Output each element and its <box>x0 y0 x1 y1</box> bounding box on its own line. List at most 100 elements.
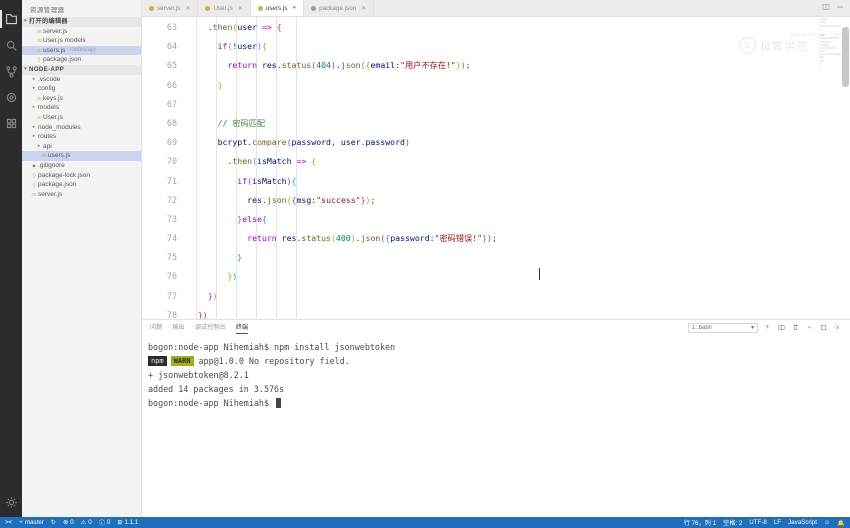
maximize-panel-icon[interactable] <box>819 323 828 332</box>
editor-tab-2[interactable]: users.js ● <box>250 0 305 16</box>
tree-item[interactable]: ▸ .vscode <box>22 75 141 85</box>
folder-icon: ▸ <box>32 104 36 111</box>
editor-tab-3[interactable]: package.json ✕ <box>304 0 375 16</box>
status-ports[interactable]: ⊞ 1.1.1 <box>117 519 138 526</box>
status-cursor-position[interactable]: 行 76，列 1 <box>684 518 716 527</box>
status-branch[interactable]: ⑂ master <box>19 519 44 526</box>
code-line: 68 // 密码匹配 <box>142 114 850 133</box>
chevron-up-icon[interactable] <box>805 323 814 332</box>
kill-terminal-icon[interactable] <box>791 323 800 332</box>
editor-tab-1[interactable]: User.js ✕ <box>198 0 251 16</box>
status-info[interactable]: ⓘ 0 <box>99 518 111 527</box>
editor-scrollbar[interactable] <box>842 17 849 319</box>
activity-explorer-icon[interactable] <box>0 6 22 32</box>
terminal-selector[interactable]: 1: bash ▾ <box>688 322 758 333</box>
folder-icon: ▸ <box>32 123 36 130</box>
tree-item[interactable]: {} package.json <box>22 180 141 190</box>
minimap-line <box>819 43 829 46</box>
status-bar-left[interactable]: >< ⑂ master ↻ ⊗ 0 ⚠ 0 ⓘ 0 ⊞ 1.1.1 <box>5 518 138 527</box>
file-tree[interactable]: ▾ 打开的编辑器 JS server.js JS User.js models JS user… <box>22 17 141 199</box>
status-feedback[interactable]: ☺ <box>824 519 830 526</box>
code-token: ) <box>212 290 218 301</box>
code-token: json <box>340 60 361 71</box>
close-tab-icon[interactable]: ✕ <box>185 5 190 12</box>
status-errors[interactable]: ⊗ 0 <box>63 519 74 526</box>
code-line: 78 }) <box>142 306 850 319</box>
code-text: return res.status(400).json({password:"密… <box>188 229 497 248</box>
code-token: status <box>301 233 331 244</box>
more-actions-icon[interactable] <box>836 3 844 13</box>
status-notifications[interactable]: 🔔 <box>837 519 845 527</box>
editor-tab-0[interactable]: server.js ✕ <box>142 0 199 16</box>
line-number: 68 <box>166 117 177 128</box>
status-sync[interactable]: ↻ <box>51 519 56 526</box>
minimap-line <box>819 56 824 59</box>
window-body: 资源管理器 ▾ 打开的编辑器 JS server.js JS User.js models… <box>0 0 850 517</box>
tree-item[interactable]: JS server.js <box>22 27 141 37</box>
tree-item[interactable]: {} package-lock.json <box>22 171 141 181</box>
split-terminal-icon[interactable] <box>777 323 786 332</box>
tree-item[interactable]: ▸ models <box>22 103 141 113</box>
tree-item[interactable]: ▸ api <box>22 142 141 152</box>
panel-tab-2[interactable]: 调试控制台 <box>195 322 226 333</box>
tree-item[interactable]: JS server.js <box>22 190 141 200</box>
tree-item[interactable]: JS User.js models <box>22 36 141 46</box>
tree-item[interactable]: JS users.js <box>22 151 141 161</box>
terminal-output[interactable]: bogon:node-app Nihemiah$ npm install jso… <box>142 335 850 517</box>
activity-gear-icon[interactable] <box>0 491 22 517</box>
tree-item[interactable]: ▸ routes <box>22 132 141 142</box>
tree-item[interactable]: ▸ config <box>22 84 141 94</box>
line-number: 75 <box>166 252 177 263</box>
activity-source-control-icon[interactable] <box>0 58 22 84</box>
status-bar-right[interactable]: 行 76，列 1 空格: 2 UTF-8 LF JavaScript ☺ 🔔 <box>684 518 845 527</box>
status-indentation[interactable]: 空格: 2 <box>723 518 742 527</box>
tree-item[interactable]: ◆ .gitignore <box>22 161 141 171</box>
tree-item[interactable]: JS users.js routes/api <box>22 45 141 56</box>
tree-item[interactable]: JS keys.js <box>22 94 141 104</box>
new-terminal-icon[interactable]: + <box>763 323 772 332</box>
code-text: }) <box>188 287 218 306</box>
activity-debug-icon[interactable] <box>0 84 22 110</box>
code-token: // 密码匹配 <box>217 117 266 128</box>
terminal-text: + jsonwebtoken@8.2.1 <box>148 370 249 380</box>
code-token: user <box>237 22 258 32</box>
close-tab-icon[interactable]: ✕ <box>238 5 243 12</box>
activity-extensions-icon[interactable] <box>0 110 22 136</box>
status-language-mode[interactable]: JavaScript <box>788 519 817 526</box>
tree-item-label: package.json <box>38 181 77 189</box>
minimap-line <box>819 50 827 53</box>
tree-item-meta: routes/api <box>69 46 96 53</box>
folder-icon: ▸ <box>32 75 36 82</box>
close-tab-icon[interactable]: ✕ <box>361 5 366 12</box>
panel-tab-0[interactable]: 问题 <box>150 322 162 333</box>
split-editor-icon[interactable] <box>822 3 830 13</box>
panel-tabs[interactable]: 问题 输出 调试控制台 终端 <box>150 322 249 334</box>
panel-tab-1[interactable]: 输出 <box>172 322 184 333</box>
tree-section-0[interactable]: ▾ 打开的编辑器 <box>22 17 141 27</box>
status-encoding[interactable]: UTF-8 <box>749 519 767 526</box>
status-eol[interactable]: LF <box>774 519 781 526</box>
tree-item[interactable]: ▸ node_modules <box>22 123 141 133</box>
status-label: 1.1.1 <box>124 519 139 526</box>
tree-section-label: NODE-APP <box>29 65 65 73</box>
panel-tab-3[interactable]: 终端 <box>235 322 249 334</box>
tree-item[interactable]: JS User.js <box>22 113 141 123</box>
editor-tab-bar[interactable]: server.js ✕ User.js ✕ users.js ● package.json ✕ <box>142 0 850 17</box>
code-text: } <box>188 76 223 95</box>
tree-section-1[interactable]: ▾ NODE-APP <box>22 64 141 75</box>
dirty-indicator-icon[interactable]: ● <box>292 5 296 11</box>
code-text: .then(user => { <box>188 18 282 37</box>
close-panel-icon[interactable] <box>833 323 842 332</box>
code-editor[interactable]: 63 .then(user => {64 if(!user){65 return… <box>142 17 850 319</box>
terminal-text: bogon:node-app Nihemiah$ npm install jso… <box>148 342 396 352</box>
sync-icon: ↻ <box>50 519 57 526</box>
tree-item[interactable]: {} package.json <box>22 55 141 65</box>
status-warnings[interactable]: ⚠ 0 <box>81 519 92 526</box>
code-token: ) <box>202 309 208 319</box>
status-remote-icon[interactable]: >< <box>5 519 12 526</box>
minimap[interactable] <box>817 17 841 319</box>
activity-search-icon[interactable] <box>0 32 22 58</box>
